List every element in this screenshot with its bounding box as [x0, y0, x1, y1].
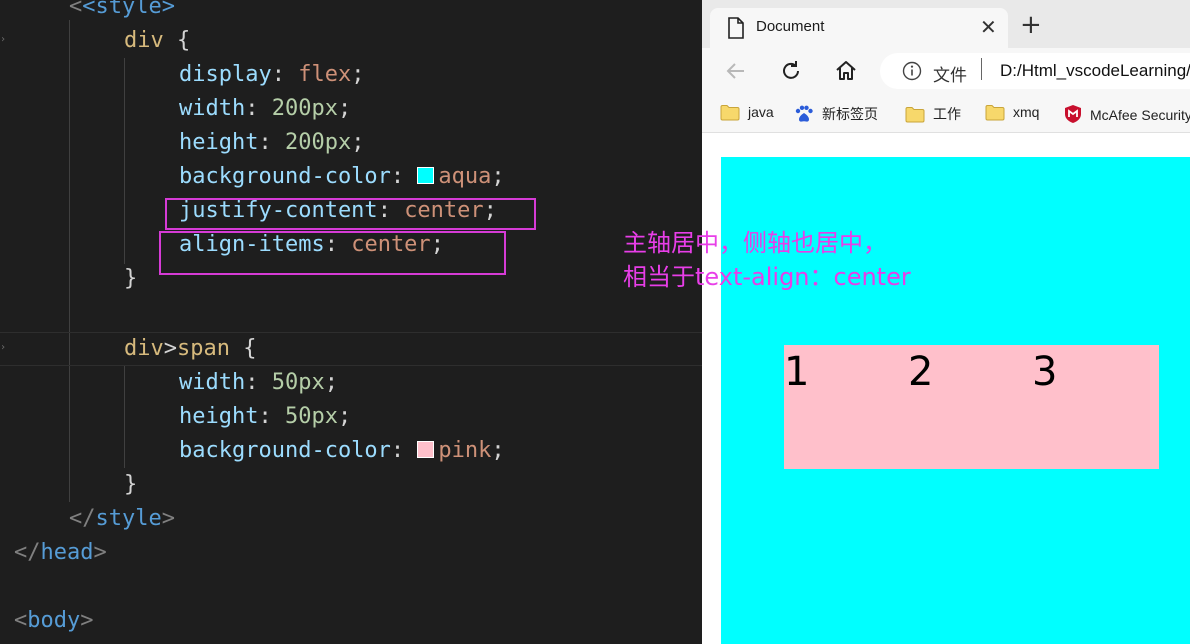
paw-icon	[795, 105, 813, 122]
code-line-body-open: <body>	[14, 608, 94, 633]
page-viewport: 1 2 3	[702, 133, 1190, 644]
height-value: 200px	[284, 130, 352, 155]
browser-window: Document ✕ + 文件 D:/Html_vscodeLearning/	[702, 0, 1190, 644]
span-height-value: 50px	[284, 404, 338, 429]
address-separator	[981, 58, 982, 80]
justify-highlight-box	[165, 198, 536, 230]
address-bar[interactable]: 文件 D:/Html_vscodeLearning/	[880, 53, 1190, 89]
home-icon[interactable]	[834, 59, 858, 83]
favorite-label: 新标签页	[822, 106, 878, 122]
code-line-head-close: </head>	[14, 540, 107, 565]
favorite-label: xmq	[1013, 104, 1040, 120]
folder-icon	[905, 107, 925, 123]
code-line-span-close-brace: }	[124, 472, 138, 497]
tab-title: Document	[756, 18, 825, 35]
refresh-icon[interactable]	[779, 59, 803, 83]
tab-strip: Document ✕ +	[702, 0, 1190, 48]
close-icon[interactable]: ✕	[980, 15, 997, 39]
code-line-div-selector: div {	[124, 28, 191, 53]
code-editor[interactable]: › › <<style> div { display: flex; width:…	[0, 0, 702, 644]
folder-icon	[985, 105, 1005, 121]
style-close-tag: style	[95, 506, 162, 531]
code-line-display: display: flex;	[179, 62, 365, 87]
span-selector-parent: div	[124, 336, 164, 361]
height-property: height	[179, 130, 259, 155]
favorite-mcafee[interactable]: McAfee Security	[1064, 104, 1190, 124]
span-item-3: 3	[1032, 349, 1058, 395]
code-line-width: width: 200px;	[179, 96, 352, 121]
span-item-2: 2	[908, 349, 934, 395]
display-property: display	[179, 62, 272, 87]
code-line-span-width: width: 50px;	[179, 370, 338, 395]
background-value: aqua	[438, 164, 492, 189]
align-highlight-box	[159, 231, 506, 275]
width-property: width	[179, 96, 246, 121]
span-width-property: width	[179, 370, 246, 395]
favorite-work[interactable]: 工作	[905, 104, 961, 124]
favorite-label: java	[748, 104, 774, 120]
fold-marker: ›	[0, 34, 7, 45]
favorite-java[interactable]: java	[720, 104, 774, 124]
span-background-property: background-color	[179, 438, 391, 463]
code-line-style-open: <<style>	[69, 0, 175, 24]
background-property: background-color	[179, 164, 391, 189]
mcafee-shield-icon	[1065, 105, 1081, 123]
aqua-color-swatch[interactable]	[417, 167, 435, 184]
pink-color-swatch[interactable]	[417, 441, 435, 458]
div-selector: div	[124, 28, 164, 53]
code-line-background: background-color: aqua;	[179, 164, 505, 189]
style-tag: <style>	[82, 0, 175, 19]
indent-guide	[69, 20, 70, 502]
annotation-line-2: 相当于text-align：center	[623, 263, 911, 291]
favorite-label: McAfee Security	[1090, 107, 1190, 123]
span-width-value: 50px	[271, 370, 325, 395]
tab-document[interactable]: Document ✕	[710, 8, 1008, 48]
address-scheme-label: 文件	[933, 66, 967, 85]
favorites-bar: java 新标签页 工作 xmq McAfee Security	[702, 94, 1190, 133]
indent-guide	[124, 366, 125, 468]
annotation-line-1: 主轴居中，侧轴也居中，	[623, 229, 887, 257]
favorite-new-tab[interactable]: 新标签页	[794, 104, 878, 124]
code-line-span-selector: div>span {	[124, 336, 257, 361]
current-line-highlight	[0, 332, 702, 366]
favorite-label: 工作	[933, 106, 961, 122]
width-value: 200px	[271, 96, 338, 121]
display-value: flex	[298, 62, 352, 87]
code-line-span-background: background-color: pink;	[179, 438, 505, 463]
info-icon[interactable]	[902, 61, 922, 81]
span-background-value: pink	[438, 438, 492, 463]
span-item-1: 1	[784, 349, 810, 395]
span-height-property: height	[179, 404, 259, 429]
code-line-height: height: 200px;	[179, 130, 365, 155]
document-icon	[728, 17, 744, 39]
code-line-style-close: </style>	[69, 506, 175, 531]
span-selector-child: span	[177, 336, 230, 361]
fold-marker: ›	[0, 342, 7, 353]
address-url[interactable]: D:/Html_vscodeLearning/	[1000, 61, 1190, 81]
favorite-xmq[interactable]: xmq	[985, 104, 1039, 124]
code-line-span-height: height: 50px;	[179, 404, 352, 429]
pink-span-row: 1 2 3	[784, 345, 1159, 469]
indent-guide	[124, 58, 125, 264]
code-line-close-brace: }	[124, 266, 138, 291]
browser-toolbar: 文件 D:/Html_vscodeLearning/	[702, 48, 1190, 94]
folder-icon	[720, 105, 740, 121]
back-arrow-icon[interactable]	[724, 59, 748, 83]
head-close-tag: head	[40, 540, 94, 565]
new-tab-plus-icon[interactable]: +	[1020, 12, 1042, 38]
body-open-tag: body	[27, 608, 81, 633]
